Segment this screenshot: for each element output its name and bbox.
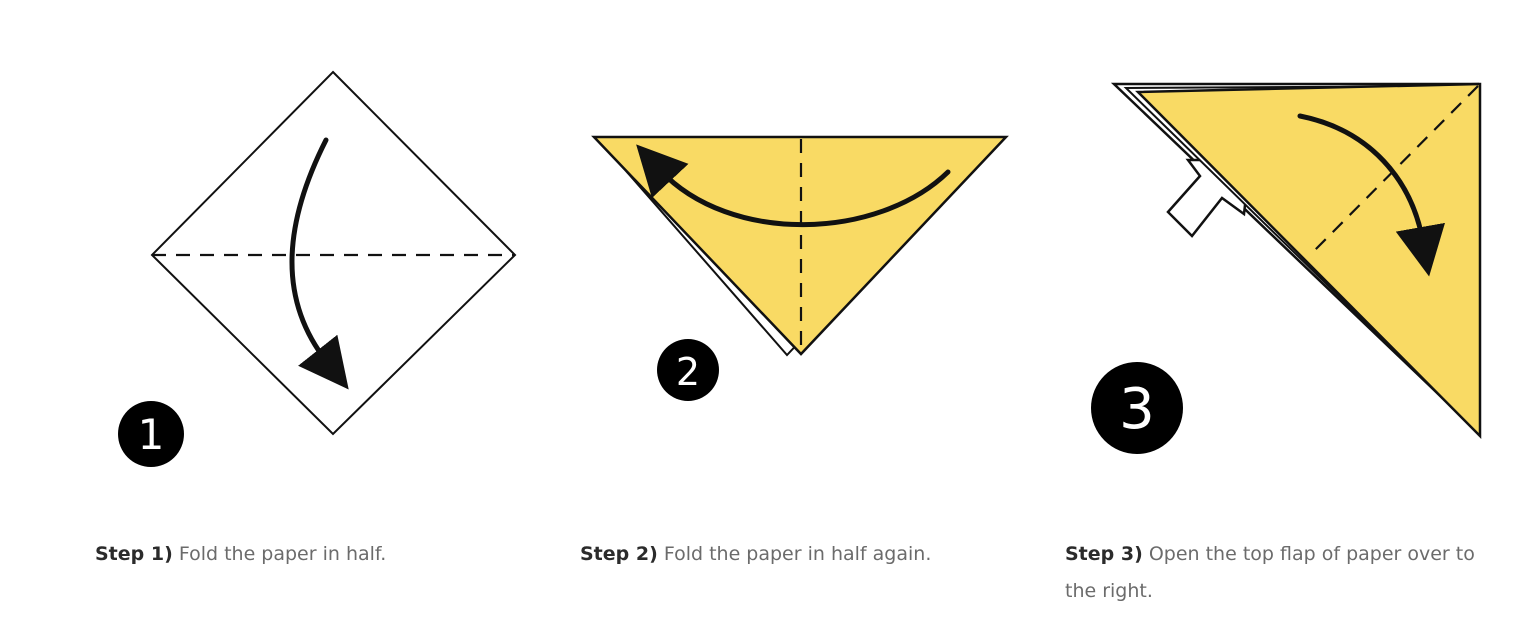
step-2-label: Step 2) [580, 543, 658, 565]
origami-instructions-diagram: 1 2 3 [118, 70, 1482, 467]
step-1-paper-square [150, 70, 517, 436]
step-2-caption: Step 2) Fold the paper in half again. [580, 536, 1020, 573]
step-3-illustration: 3 [1091, 82, 1482, 454]
step-3-caption: Step 3) Open the top flap of paper over … [1065, 536, 1495, 610]
step-1-number: 1 [138, 410, 165, 459]
step-2-text: Fold the paper in half again. [657, 543, 932, 565]
step-2-illustration: 2 [591, 135, 1009, 401]
step-2-number-badge: 2 [657, 339, 719, 401]
step-3-label: Step 3) [1065, 543, 1143, 565]
step-1-caption: Step 1) Fold the paper in half. [95, 536, 535, 573]
step-3-paper-triangle [1135, 82, 1482, 440]
step-3-number-badge: 3 [1091, 362, 1183, 454]
step-1-text: Fold the paper in half. [172, 543, 387, 565]
step-1-number-badge: 1 [118, 401, 184, 467]
step-1-illustration: 1 [118, 70, 517, 467]
step-3-number: 3 [1119, 377, 1155, 442]
step-1-label: Step 1) [95, 543, 173, 565]
step-2-number: 2 [676, 350, 700, 394]
